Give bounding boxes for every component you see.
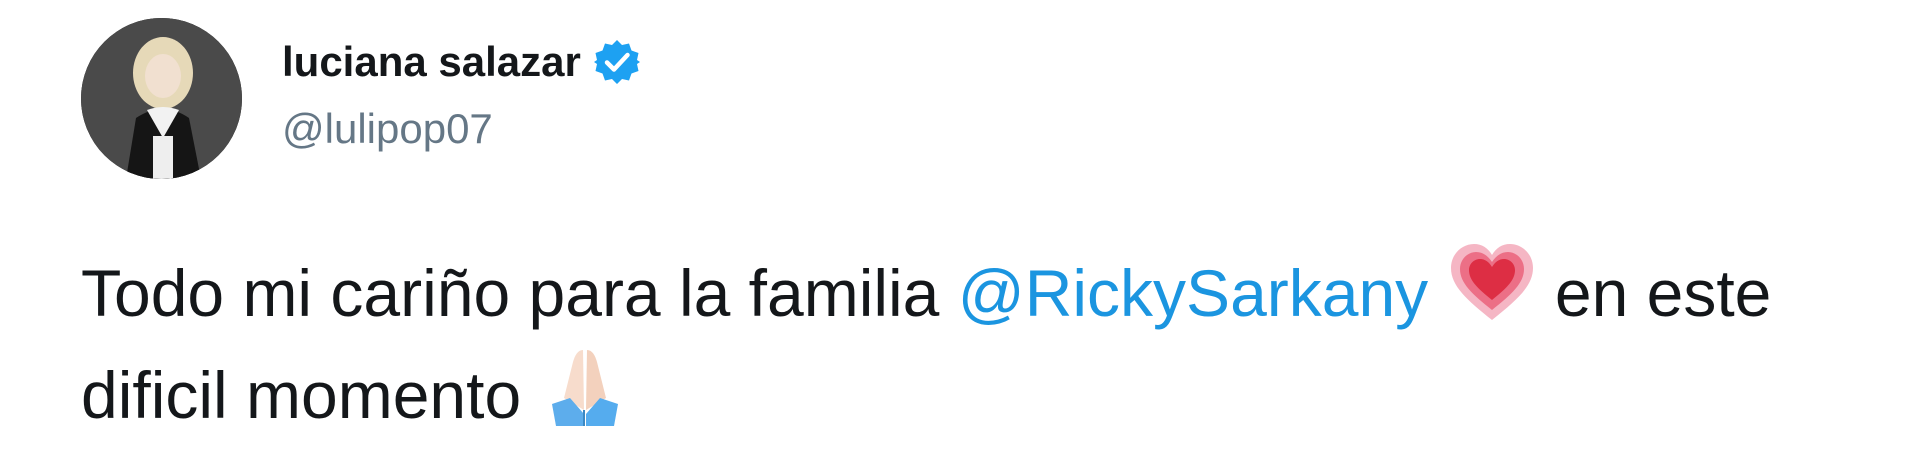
user-handle[interactable]: @lulipop07 xyxy=(282,101,493,157)
verified-badge-icon xyxy=(593,38,641,86)
avatar-photo-icon xyxy=(81,18,242,179)
tweet-text: Todo mi cariño para la familia @RickySar… xyxy=(81,238,1861,442)
tweet-text-part-1: Todo mi cariño para la familia xyxy=(81,256,958,330)
folded-hands-emoji-icon xyxy=(540,340,630,430)
user-name-row[interactable]: luciana salazar xyxy=(282,36,641,88)
tweet-card: luciana salazar @lulipop07 Todo mi cariñ… xyxy=(0,0,1920,463)
mention-link[interactable]: @RickySarkany xyxy=(958,256,1428,330)
avatar[interactable] xyxy=(81,18,242,179)
heart-emoji-icon xyxy=(1447,238,1537,328)
display-name[interactable]: luciana salazar xyxy=(282,36,581,88)
